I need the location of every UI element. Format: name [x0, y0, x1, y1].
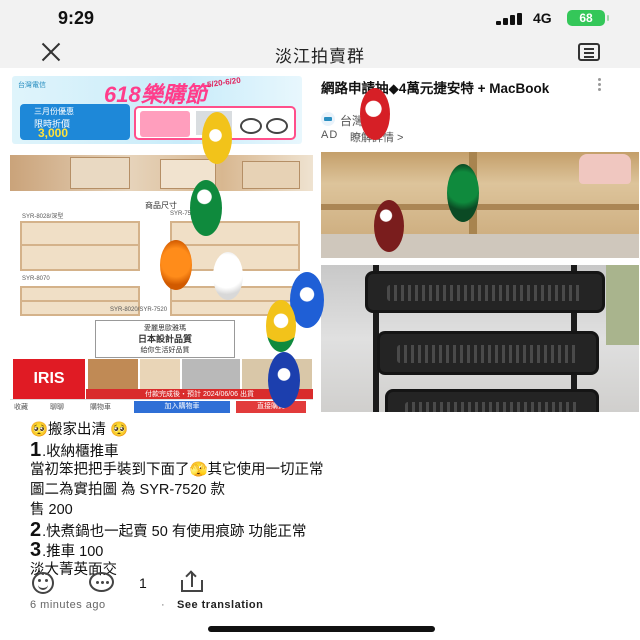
reaction-icon[interactable]: [32, 572, 54, 594]
post-heading: 🥺搬家出清 🥺: [30, 422, 129, 438]
item-name: .收納櫃推車: [42, 444, 119, 460]
ad-prize-tile: [140, 111, 190, 137]
item-text: .推車 100: [42, 544, 104, 560]
ad-discount-box: 三月份優惠 限時折價 3,000: [20, 104, 130, 140]
more-options-icon[interactable]: [598, 78, 602, 92]
product-thumb: [140, 359, 180, 389]
photo-trolley[interactable]: [321, 265, 639, 412]
battery-icon: 68: [567, 10, 609, 26]
brand-box: 愛麗思歐雅瑪 日本設計品質 給你生活好品質: [95, 320, 235, 358]
bike-wheel-icon: [266, 118, 288, 134]
shop-action-bar: 收藏 聊聊 購物車 加入購物車 直接購買: [10, 399, 313, 413]
model-label: SYR-8070: [22, 276, 50, 282]
shelf-drawing: [20, 221, 140, 271]
menu-icon[interactable]: [578, 43, 600, 61]
ad-title[interactable]: 網路申請抽◆4萬元捷安特 + MacBook: [321, 80, 576, 97]
item-text: .快煮鍋也一起賣 50 有使用痕跡 功能正常: [42, 524, 307, 540]
page-title: 淡江拍賣群: [275, 47, 365, 66]
status-bar: 9:29 4G 68: [0, 0, 640, 36]
billiard-ball-icon: [190, 180, 222, 236]
see-translation-link[interactable]: See translation: [177, 599, 263, 611]
meta-separator: ·: [161, 599, 165, 611]
item-description: 當初笨把把手裝到下面了🫣其它使用一切正常: [30, 462, 324, 478]
ad-image-dates: 5/20-6/20: [206, 76, 242, 90]
photo-cabinet[interactable]: [321, 152, 639, 258]
post-item-3: 3.推車 100: [30, 540, 620, 560]
trolley-tray: [377, 331, 599, 375]
status-time: 9:29: [58, 8, 95, 28]
floor: [321, 234, 639, 258]
ad-discount-value: 3,000: [38, 126, 69, 140]
trolley-tray: [365, 271, 605, 313]
billiard-ball-icon: [268, 352, 300, 408]
comment-count: 1: [139, 575, 147, 591]
cart-label: 購物車: [90, 404, 111, 411]
billiard-ball-icon: [266, 300, 296, 352]
bike-wheel-icon: [240, 118, 262, 134]
kettle-object: [579, 154, 631, 184]
billiard-ball-icon: [360, 88, 390, 140]
model-label: SYR-8028/深型: [22, 214, 64, 220]
product-thumb: [88, 359, 138, 389]
nav-bar: 淡江拍賣群: [0, 36, 640, 68]
brand-box-line: 日本設計品質: [137, 334, 192, 344]
post-actions: 1: [0, 568, 640, 596]
chat-label: 聊聊: [50, 404, 64, 411]
post-time: 6 minutes ago: [30, 599, 106, 611]
ad-top-label: 三月份優惠: [34, 107, 74, 116]
post-item-1: 1.收納櫃推車: [30, 440, 620, 460]
share-icon[interactable]: [179, 570, 205, 594]
billiard-ball-icon: [374, 200, 404, 252]
buy-now-button: 直接購買: [236, 401, 306, 413]
shelf-board: [321, 204, 639, 210]
add-to-cart-button: 加入購物車: [134, 401, 230, 413]
billiard-ball-icon: [202, 112, 232, 164]
iris-logo: IRIS: [13, 359, 85, 399]
product-thumb: [182, 359, 240, 389]
item-price: 售 200: [30, 502, 73, 518]
advertiser-logo-icon: [321, 112, 335, 126]
item-number: 2: [30, 519, 43, 541]
spec-line: SYR-8020/SYR-7520: [110, 307, 168, 313]
item-number: 1: [30, 439, 43, 461]
photo-room-banner: [10, 155, 313, 191]
comment-icon[interactable]: [89, 572, 114, 592]
signal-icon: [496, 13, 526, 25]
post-item-2: 2.快煮鍋也一起賣 50 有使用痕跡 功能正常: [30, 520, 620, 540]
billiard-ball-icon: [160, 240, 192, 290]
ad-badge: AD: [321, 129, 339, 141]
ad-image-logo: 台灣電信: [18, 82, 46, 89]
brand-box-line: 給你生活好品質: [140, 347, 190, 354]
item-number: 3: [30, 539, 43, 561]
plant: [606, 265, 639, 345]
billiard-ball-icon: [213, 252, 243, 300]
brand-box-line: 愛麗思歐雅瑪: [144, 325, 186, 332]
ad-image[interactable]: 台灣電信 618樂購節 5/20-6/20 三月份優惠 限時折價 3,000: [12, 76, 302, 144]
post-body: 🥺搬家出清 🥺 1.收納櫃推車 當初笨把把手裝到下面了🫣其它使用一切正常 圖二為…: [30, 420, 620, 580]
billiard-ball-icon: [447, 164, 479, 222]
favorite-label: 收藏: [14, 404, 28, 411]
trolley-tray: [385, 389, 599, 412]
item-description: 圖二為實拍圖 為 SYR-7520 款: [30, 482, 225, 498]
product-size-heading: 商品尺寸: [145, 201, 177, 210]
network-label: 4G: [533, 10, 552, 26]
home-indicator[interactable]: [208, 626, 435, 632]
